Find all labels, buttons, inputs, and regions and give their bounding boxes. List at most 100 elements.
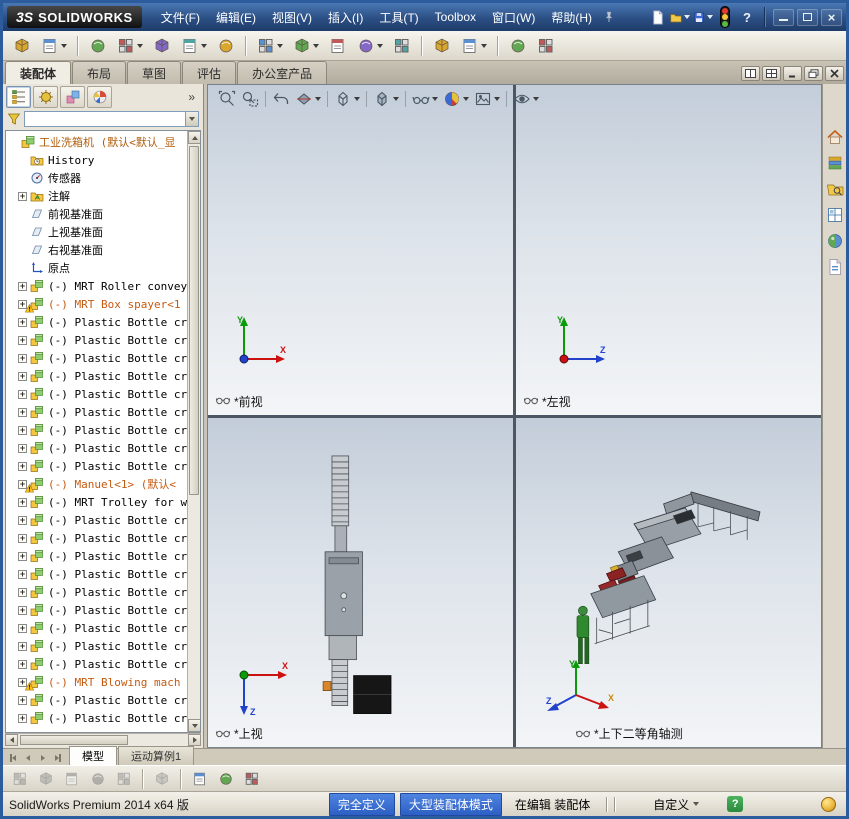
toolbar-measure-button[interactable] xyxy=(505,34,531,58)
bottom-filter-edges-button[interactable] xyxy=(34,768,58,790)
toolbar-interference-detection-button[interactable] xyxy=(457,34,491,58)
tree-root[interactable]: 工业洗箱机 (默认<默认_显 xyxy=(6,133,187,151)
toolbar-show-hidden-components-button[interactable] xyxy=(213,34,239,58)
toolbar-bill-of-materials-button[interactable] xyxy=(353,34,387,58)
expand-toggle[interactable]: + xyxy=(18,390,27,399)
open-document-icon[interactable] xyxy=(670,7,690,27)
panel-overflow-button[interactable]: » xyxy=(183,90,200,104)
toolbar-insert-components-button[interactable] xyxy=(37,34,71,58)
viewport-front[interactable]: Y X *前视 xyxy=(208,85,513,415)
toolbar-mass-properties-button[interactable] xyxy=(533,34,559,58)
headsup-previous-view-button[interactable] xyxy=(270,89,292,109)
bottom-assembly-xpert-button[interactable] xyxy=(240,768,264,790)
taskpane-solidworks-resources-button[interactable] xyxy=(824,126,846,148)
bottom-toggle-selection-filter-button[interactable] xyxy=(112,768,136,790)
tree-item[interactable]: +(-) Plastic Bottle crat xyxy=(6,457,187,475)
toolbar-smart-fasteners-button[interactable] xyxy=(149,34,175,58)
doc-close-button[interactable] xyxy=(825,66,844,81)
tree-item[interactable]: +(-) Plastic Bottle crat xyxy=(6,403,187,421)
bottom-quick-snaps-button[interactable] xyxy=(188,768,212,790)
headsup-display-style-button[interactable] xyxy=(371,89,401,109)
help-icon[interactable]: ? xyxy=(737,10,757,25)
maximize-button[interactable] xyxy=(797,9,818,26)
toolbar-edit-component-button[interactable] xyxy=(9,34,35,58)
expand-toggle[interactable]: + xyxy=(18,606,27,615)
tree-item[interactable]: History xyxy=(6,151,187,169)
expand-toggle[interactable]: + xyxy=(18,408,27,417)
tree-item[interactable]: +(-) Plastic Bottle crat xyxy=(6,583,187,601)
menu-item-2[interactable]: 视图(V) xyxy=(264,5,320,30)
tree-vertical-scrollbar[interactable] xyxy=(187,131,200,732)
tree-item[interactable]: +(-) Plastic Bottle crat xyxy=(6,637,187,655)
taskpane-view-palette-button[interactable] xyxy=(824,204,846,226)
tree-item[interactable]: +注解 xyxy=(6,187,187,205)
tree-item[interactable]: +(-) Plastic Bottle crat xyxy=(6,313,187,331)
tab-sketch[interactable]: 草图 xyxy=(127,61,181,84)
tree-item[interactable]: +(-) Plastic Bottle crat xyxy=(6,331,187,349)
toolbar-linear-component-pattern-button[interactable] xyxy=(113,34,147,58)
tree-item[interactable]: +(-) MRT Trolley for was xyxy=(6,493,187,511)
expand-toggle[interactable]: + xyxy=(18,444,27,453)
bottom-magnified-selection-button[interactable] xyxy=(150,768,174,790)
expand-toggle[interactable]: + xyxy=(18,534,27,543)
scroll-right-button[interactable] xyxy=(188,734,201,746)
dropdown-caret[interactable] xyxy=(201,44,207,48)
tree-horizontal-scrollbar[interactable] xyxy=(5,733,201,746)
tab-office-products[interactable]: 办公室产品 xyxy=(237,61,327,84)
expand-toggle[interactable]: + xyxy=(18,372,27,381)
dropdown-caret[interactable] xyxy=(432,97,438,101)
new-document-icon[interactable] xyxy=(647,7,667,27)
tree-item[interactable]: +(-) Plastic Bottle crat xyxy=(6,619,187,637)
horizontal-scroll-thumb[interactable] xyxy=(20,735,128,745)
headsup-hide-show-items-button[interactable] xyxy=(410,89,440,109)
expand-toggle[interactable]: + xyxy=(18,354,27,363)
tree-item[interactable]: +(-) Plastic Bottle crat xyxy=(6,385,187,403)
prev-tab-button[interactable] xyxy=(20,751,35,765)
next-tab-button[interactable] xyxy=(35,751,50,765)
bottom-clear-selections-button[interactable] xyxy=(86,768,110,790)
viewport-left[interactable]: Y Z *左视 xyxy=(516,85,821,415)
tree-item[interactable]: +(-) Plastic Bottle crat xyxy=(6,367,187,385)
panel-tab-display-manager[interactable] xyxy=(87,86,112,108)
dropdown-caret[interactable] xyxy=(393,97,399,101)
viewport-splitter-horizontal[interactable] xyxy=(208,414,821,418)
viewport-top[interactable]: X Z *上视 xyxy=(208,418,513,748)
tree-item[interactable]: +(-) Plastic Bottle crat xyxy=(6,439,187,457)
tree-item[interactable]: +(-) MRT Blowing mach xyxy=(6,673,187,691)
expand-toggle[interactable]: + xyxy=(18,192,27,201)
expand-toggle[interactable]: + xyxy=(18,282,27,291)
headsup-zoom-fit-button[interactable] xyxy=(216,89,238,109)
expand-toggle[interactable]: + xyxy=(18,318,27,327)
dropdown-caret[interactable] xyxy=(494,97,500,101)
tree-item[interactable]: +(-) Plastic Bottle crat xyxy=(6,529,187,547)
toolbar-reference-geometry-button[interactable] xyxy=(289,34,323,58)
expand-toggle[interactable]: + xyxy=(18,426,27,435)
tree-filter-input[interactable] xyxy=(25,113,185,125)
taskpane-file-explorer-button[interactable] xyxy=(824,178,846,200)
tree-item[interactable]: +(-) Plastic Bottle crat xyxy=(6,601,187,619)
tab-layout[interactable]: 布局 xyxy=(72,61,126,84)
scroll-up-button[interactable] xyxy=(188,131,201,144)
tree-item[interactable]: 上视基准面 xyxy=(6,223,187,241)
bottom-assembly-visualization-button[interactable] xyxy=(214,768,238,790)
headsup-zoom-area-button[interactable] xyxy=(239,89,261,109)
dropdown-caret[interactable] xyxy=(277,44,283,48)
tree-item[interactable]: +(-) Plastic Bottle crat xyxy=(6,709,187,727)
pin-icon[interactable] xyxy=(603,11,615,23)
panel-tab-configuration-manager[interactable] xyxy=(60,86,85,108)
last-tab-button[interactable] xyxy=(50,751,65,765)
expand-toggle[interactable]: + xyxy=(18,336,27,345)
expand-toggle[interactable]: + xyxy=(18,642,27,651)
toolbar-move-component-button[interactable] xyxy=(177,34,211,58)
dropdown-caret[interactable] xyxy=(533,97,539,101)
tree-item[interactable]: +(-) Plastic Bottle crat xyxy=(6,655,187,673)
solidworks-sphere-icon[interactable] xyxy=(821,797,836,812)
toolbar-explode-line-sketch-button[interactable] xyxy=(429,34,455,58)
dropdown-caret[interactable] xyxy=(481,44,487,48)
expand-toggle[interactable]: + xyxy=(18,516,27,525)
bottom-filter-vertices-button[interactable] xyxy=(8,768,32,790)
menu-item-1[interactable]: 编辑(E) xyxy=(208,5,264,30)
tree-item[interactable]: +(-) Plastic Bottle crat xyxy=(6,565,187,583)
expand-toggle[interactable]: + xyxy=(18,498,27,507)
expand-toggle[interactable]: + xyxy=(18,696,27,705)
